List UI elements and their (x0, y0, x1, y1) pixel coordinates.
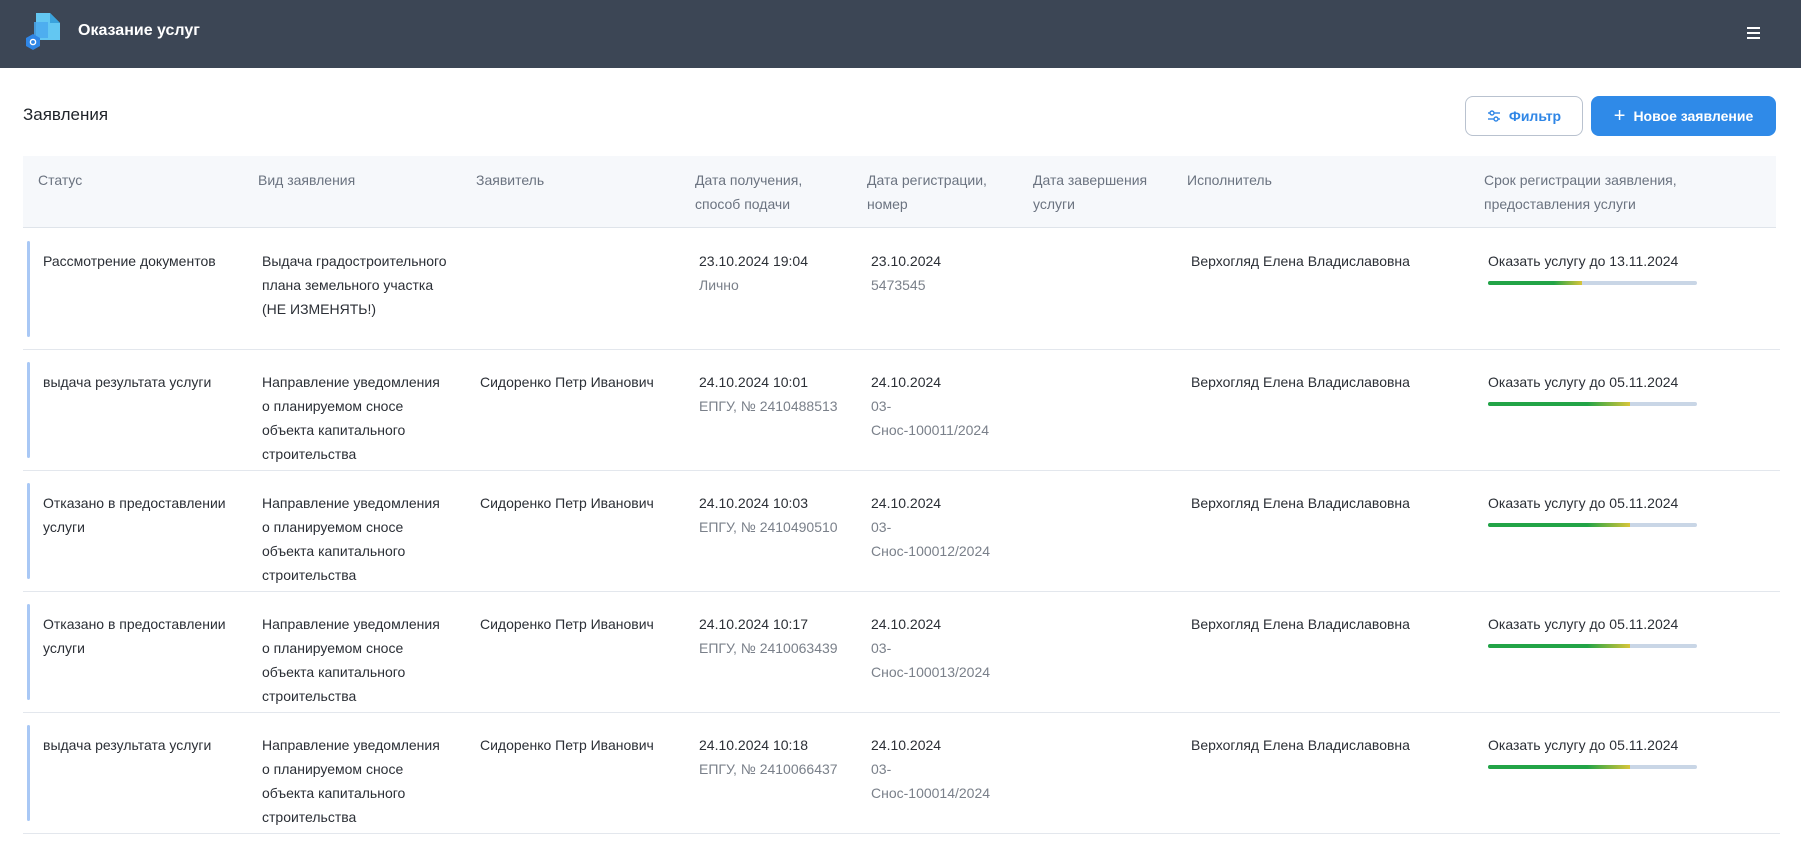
deadline-progress-bar (1488, 281, 1697, 285)
row-marker (27, 362, 30, 458)
deadline-progress-fill (1488, 644, 1631, 648)
status-cell: Отказано в предоставлении услуги (43, 495, 226, 535)
table-header: Статус Вид заявления Заявитель Дата полу… (23, 156, 1776, 228)
registration-cell: 24.10.2024 03-Снос-100014/2024 (871, 733, 1006, 805)
column-type[interactable]: Вид заявления (258, 168, 438, 192)
registration-number: 03-Снос-100014/2024 (871, 761, 991, 801)
column-deadline[interactable]: Срок регистрации заявления, предоставлен… (1484, 168, 1694, 216)
table-row[interactable]: Рассмотрение документов Выдача градостро… (23, 229, 1780, 350)
table-row[interactable]: выдача результата услуги Направление уве… (23, 713, 1780, 834)
received-method: ЕПГУ, № 2410488513 (699, 398, 838, 414)
application-type-cell[interactable]: Направление уведомления о планируемом сн… (262, 491, 447, 587)
plus-icon: + (1613, 105, 1626, 127)
registration-cell: 24.10.2024 03-Снос-100013/2024 (871, 612, 1006, 684)
executor-cell: Верхогляд Елена Владиславовна (1191, 253, 1410, 269)
application-type-cell[interactable]: Направление уведомления о планируемом сн… (262, 370, 447, 466)
row-marker (27, 604, 30, 700)
table-row[interactable]: выдача результата услуги Направление уве… (23, 350, 1780, 471)
received-method: ЕПГУ, № 2410490510 (699, 519, 838, 535)
new-application-button[interactable]: + Новое заявление (1591, 96, 1776, 136)
received-cell: 23.10.2024 19:04 Лично (699, 249, 849, 297)
new-application-label: Новое заявление (1633, 108, 1754, 124)
registration-date: 24.10.2024 (871, 495, 942, 511)
app-logo-icon[interactable] (24, 12, 62, 52)
received-cell: 24.10.2024 10:17 ЕПГУ, № 2410063439 (699, 612, 849, 660)
registration-number: 5473545 (871, 277, 926, 293)
deadline-progress-fill (1488, 765, 1631, 769)
executor-cell: Верхогляд Елена Владиславовна (1191, 495, 1410, 511)
status-cell: Рассмотрение документов (43, 253, 216, 269)
deadline-text: Оказать услугу до 05.11.2024 (1488, 616, 1679, 632)
deadline-progress-bar (1488, 765, 1697, 769)
sliders-filter-icon (1487, 110, 1500, 122)
deadline-progress-fill (1488, 402, 1631, 406)
received-date: 24.10.2024 10:03 (699, 495, 808, 511)
registration-cell: 24.10.2024 03-Снос-100011/2024 (871, 370, 1006, 442)
executor-cell: Верхогляд Елена Владиславовна (1191, 616, 1410, 632)
registration-date: 24.10.2024 (871, 737, 942, 753)
deadline-progress-bar (1488, 402, 1697, 406)
deadline-progress-bar (1488, 644, 1697, 648)
registration-number: 03-Снос-100013/2024 (871, 640, 991, 680)
column-registration[interactable]: Дата регистрации, номер (867, 168, 1002, 216)
registration-cell: 24.10.2024 03-Снос-100012/2024 (871, 491, 1006, 563)
received-cell: 24.10.2024 10:01 ЕПГУ, № 2410488513 (699, 370, 849, 418)
application-type-cell[interactable]: Направление уведомления о планируемом сн… (262, 612, 447, 708)
status-cell: Отказано в предоставлении услуги (43, 616, 226, 656)
application-type-cell[interactable]: Направление уведомления о планируемом сн… (262, 733, 447, 829)
registration-number: 03-Снос-100011/2024 (871, 398, 990, 438)
deadline-progress-bar (1488, 523, 1697, 527)
received-method: ЕПГУ, № 2410066437 (699, 761, 838, 777)
deadline-progress-fill (1488, 523, 1631, 527)
table-row[interactable]: Отказано в предоставлении услуги Направл… (23, 471, 1780, 592)
received-date: 23.10.2024 19:04 (699, 253, 808, 269)
column-status[interactable]: Статус (38, 168, 238, 192)
column-completion[interactable]: Дата завершения услуги (1033, 168, 1163, 216)
filter-button[interactable]: Фильтр (1465, 96, 1583, 136)
table-row[interactable]: Отказано в предоставлении услуги Направл… (23, 592, 1780, 713)
received-method: ЕПГУ, № 2410063439 (699, 640, 838, 656)
registration-date: 23.10.2024 (871, 253, 942, 269)
received-method: Лично (699, 277, 739, 293)
hamburger-menu-icon[interactable] (1741, 21, 1765, 45)
row-marker (27, 725, 30, 821)
deadline-text: Оказать услугу до 05.11.2024 (1488, 737, 1679, 753)
status-cell: выдача результата услуги (43, 737, 212, 753)
column-received[interactable]: Дата получения, способ подачи (695, 168, 825, 216)
deadline-text: Оказать услугу до 13.11.2024 (1488, 253, 1679, 269)
executor-cell: Верхогляд Елена Владиславовна (1191, 737, 1410, 753)
top-bar: Оказание услуг (0, 0, 1801, 68)
registration-number: 03-Снос-100012/2024 (871, 519, 991, 559)
received-date: 24.10.2024 10:01 (699, 374, 808, 390)
applicant-cell: Сидоренко Петр Иванович (480, 495, 654, 511)
executor-cell: Верхогляд Елена Владиславовна (1191, 374, 1410, 390)
registration-cell: 23.10.2024 5473545 (871, 249, 1006, 297)
received-date: 24.10.2024 10:18 (699, 737, 808, 753)
app-title: Оказание услуг (78, 22, 200, 39)
registration-date: 24.10.2024 (871, 374, 942, 390)
page-title: Заявления (23, 105, 109, 124)
received-cell: 24.10.2024 10:18 ЕПГУ, № 2410066437 (699, 733, 849, 781)
row-marker (27, 241, 30, 337)
column-applicant[interactable]: Заявитель (476, 168, 676, 192)
applicant-cell: Сидоренко Петр Иванович (480, 374, 654, 390)
application-type-cell[interactable]: Выдача градостроительного плана земельно… (262, 249, 447, 321)
received-cell: 24.10.2024 10:03 ЕПГУ, № 2410490510 (699, 491, 849, 539)
received-date: 24.10.2024 10:17 (699, 616, 808, 632)
applicant-cell: Сидоренко Петр Иванович (480, 737, 654, 753)
deadline-text: Оказать услугу до 05.11.2024 (1488, 495, 1679, 511)
registration-date: 24.10.2024 (871, 616, 942, 632)
row-marker (27, 483, 30, 579)
column-executor[interactable]: Исполнитель (1187, 168, 1387, 192)
deadline-progress-fill (1488, 281, 1583, 285)
filter-button-label: Фильтр (1508, 108, 1562, 124)
deadline-text: Оказать услугу до 05.11.2024 (1488, 374, 1679, 390)
status-cell: выдача результата услуги (43, 374, 212, 390)
applicant-cell: Сидоренко Петр Иванович (480, 616, 654, 632)
